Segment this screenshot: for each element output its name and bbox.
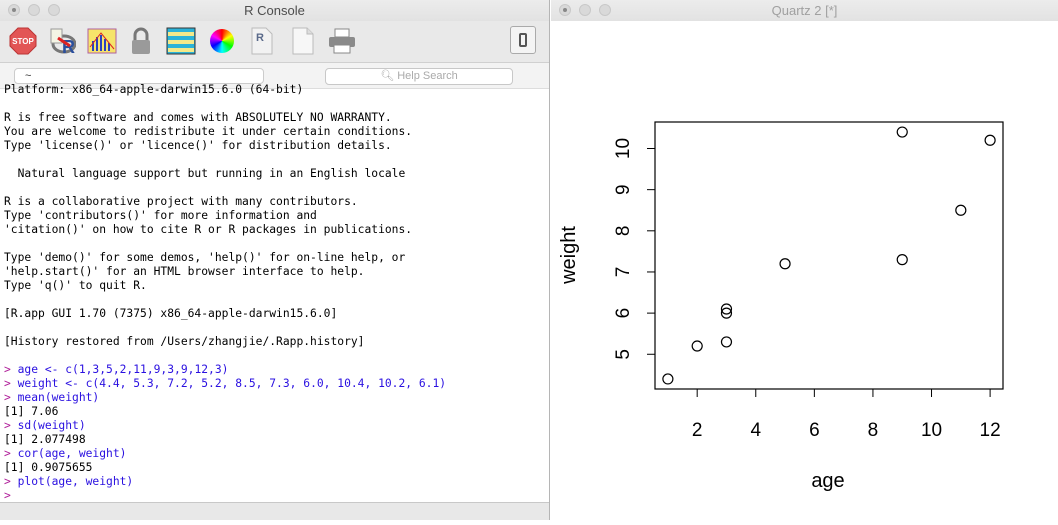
- y-tick-label: 9: [613, 184, 634, 195]
- data-point: [779, 258, 791, 270]
- console-command-line: > weight <- c(4.4, 5.3, 7.2, 5.2, 8.5, 7…: [4, 377, 446, 391]
- console-output-line: You are welcome to redistribute it under…: [4, 125, 413, 138]
- quartz-plot-window: Quartz 2 [*] 2 4 6 8 10 12 5 6 7 8 9 10 age weight: [551, 0, 1058, 520]
- command-text: plot(age, weight): [17, 475, 134, 488]
- y-tick-label: 6: [613, 308, 634, 319]
- data-point: [955, 204, 967, 216]
- window-title: Quartz 2 [*]: [771, 3, 838, 18]
- color-wheel-icon[interactable]: [207, 26, 237, 56]
- console-output-line: Natural language support but running in …: [4, 167, 406, 180]
- x-tick-label: 12: [980, 420, 1001, 441]
- svg-text:STOP: STOP: [12, 37, 34, 46]
- minimize-button[interactable]: [28, 4, 40, 16]
- lock-icon[interactable]: [126, 26, 156, 56]
- data-point: [896, 254, 908, 266]
- new-document-icon[interactable]: [288, 26, 318, 56]
- command-text: age <- c(1,3,5,2,11,9,3,9,12,3): [17, 363, 229, 376]
- scatter-plot: 2 4 6 8 10 12 5 6 7 8 9 10 age weight: [558, 121, 1004, 492]
- console-output-line: [1] 7.06: [4, 405, 59, 418]
- y-tick-label: 5: [613, 349, 634, 360]
- console-command-line: > cor(age, weight): [4, 447, 446, 461]
- source-script-icon[interactable]: R: [46, 26, 76, 56]
- zoom-button[interactable]: [599, 4, 611, 16]
- data-point: [662, 373, 674, 385]
- data-point: [896, 126, 908, 138]
- command-text: sd(weight): [17, 419, 86, 432]
- minimize-button[interactable]: [579, 4, 591, 16]
- console-output-line: Type 'q()' to quit R.: [4, 279, 147, 292]
- stop-icon[interactable]: STOP: [8, 26, 38, 56]
- console-title-bar: R Console: [0, 0, 549, 21]
- data-point: [691, 340, 703, 352]
- console-output-line: [R.app GUI 1.70 (7375) x86_64-apple-darw…: [4, 307, 338, 320]
- console-output-line: [1] 2.077498: [4, 433, 86, 446]
- svg-text:R: R: [256, 32, 264, 44]
- data-point: [720, 336, 733, 348]
- console-output-line: 'help.start()' for an HTML browser inter…: [4, 265, 365, 278]
- toggle-toolbar-button[interactable]: [510, 26, 536, 54]
- console-command-line: > mean(weight): [4, 391, 446, 405]
- r-document-icon[interactable]: R: [247, 26, 277, 56]
- plot-frame: [654, 121, 1004, 390]
- x-tick-label: 10: [921, 420, 942, 441]
- console-output-line: Type 'contributors()' for more informati…: [4, 209, 317, 222]
- x-tick-label: 2: [692, 420, 703, 441]
- x-axis-label: age: [811, 470, 844, 492]
- x-tick-label: 6: [809, 420, 820, 441]
- console-output-line: Platform: x86_64-apple-darwin15.6.0 (64-…: [4, 83, 304, 96]
- y-tick-label: 8: [613, 226, 634, 237]
- y-tick-label: 7: [613, 267, 634, 278]
- console-output-line: R is free software and comes with ABSOLU…: [4, 111, 392, 124]
- data-point: [984, 134, 996, 146]
- console-command-line: >: [4, 489, 446, 503]
- window-title: R Console: [244, 3, 305, 18]
- prompt: >: [4, 447, 18, 460]
- search-icon: 🔍︎: [380, 70, 398, 82]
- console-command-line: > plot(age, weight): [4, 475, 446, 489]
- x-tick-label: 8: [868, 420, 879, 441]
- y-tick-label: 10: [613, 138, 634, 159]
- quartz-title-bar: Quartz 2 [*]: [551, 0, 1058, 21]
- toolbar: STOP R R: [0, 21, 549, 63]
- prompt: >: [4, 391, 18, 404]
- console-output-line: [1] 0.9075655: [4, 461, 93, 474]
- zoom-button[interactable]: [48, 4, 60, 16]
- command-text: cor(age, weight): [17, 447, 127, 460]
- close-button[interactable]: [8, 4, 20, 16]
- prompt: >: [4, 475, 18, 488]
- console-output-line: 'citation()' on how to cite R or R packa…: [4, 223, 413, 236]
- status-bar: [0, 502, 549, 520]
- workspace-browser-icon[interactable]: [166, 26, 196, 56]
- console-command-line: > age <- c(1,3,5,2,11,9,3,9,12,3): [4, 363, 446, 377]
- x-tick-label: 4: [750, 420, 761, 441]
- quartz-plot-icon[interactable]: [87, 26, 117, 56]
- working-directory-field[interactable]: ~: [14, 68, 264, 84]
- prompt: >: [4, 419, 18, 432]
- close-button[interactable]: [559, 4, 571, 16]
- print-icon[interactable]: [327, 26, 357, 56]
- console-output[interactable]: Platform: x86_64-apple-darwin15.6.0 (64-…: [4, 83, 446, 503]
- prompt: >: [4, 377, 18, 390]
- console-output-line: Type 'demo()' for some demos, 'help()' f…: [4, 251, 406, 264]
- console-command-line: > sd(weight): [4, 419, 446, 433]
- prompt: >: [4, 489, 18, 502]
- y-axis-label: weight: [558, 226, 580, 285]
- prompt: >: [4, 363, 18, 376]
- r-console-window: R Console STOP R R ~ 🔍︎ Help Search Plat…: [0, 0, 550, 520]
- console-output-line: Type 'license()' or 'licence()' for dist…: [4, 139, 392, 152]
- command-text: mean(weight): [17, 391, 100, 404]
- console-output-line: R is a collaborative project with many c…: [4, 195, 358, 208]
- command-text: weight <- c(4.4, 5.3, 7.2, 5.2, 8.5, 7.3…: [17, 377, 447, 390]
- console-output-line: [History restored from /Users/zhangjie/.…: [4, 335, 365, 348]
